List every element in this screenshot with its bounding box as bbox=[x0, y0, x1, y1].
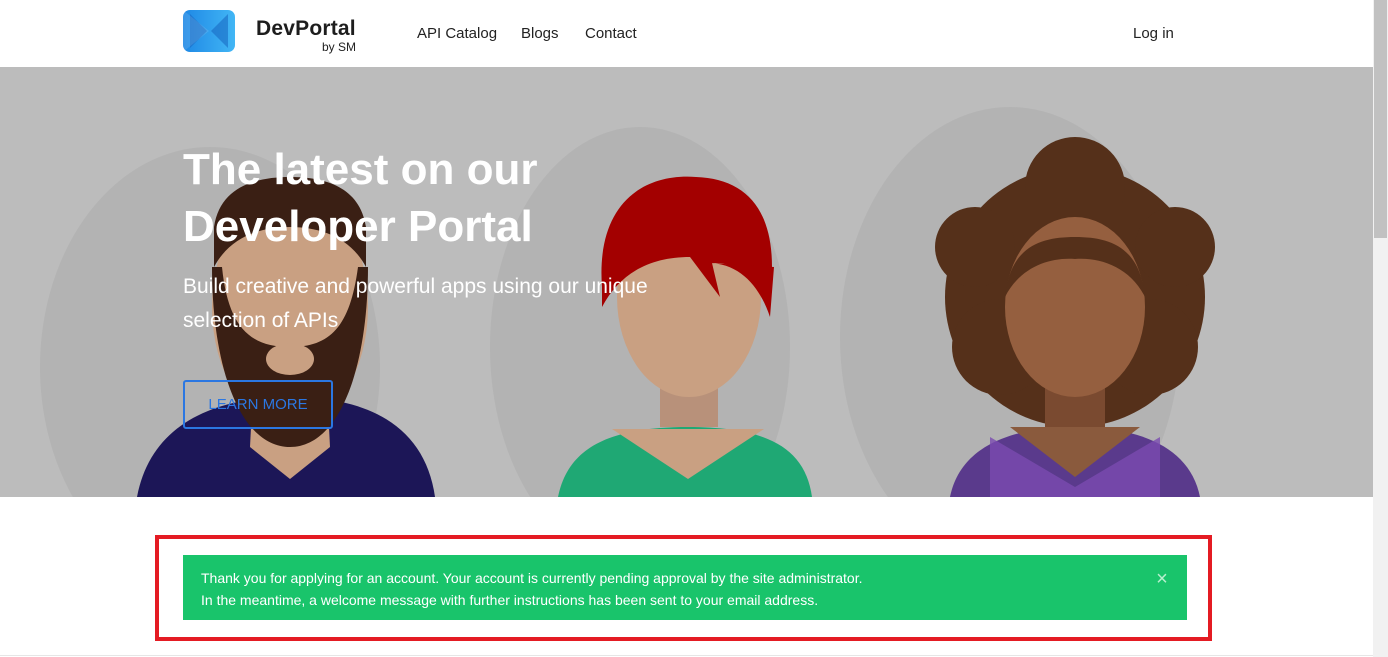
learn-more-button[interactable]: LEARN MORE bbox=[183, 380, 333, 429]
bowtie-logo-icon[interactable] bbox=[183, 10, 235, 52]
site-header: DevPortal by SM API Catalog Blogs Contac… bbox=[0, 0, 1373, 67]
brand-subtitle: by SM bbox=[322, 40, 357, 54]
nav-blogs[interactable]: Blogs bbox=[521, 25, 559, 43]
hero-banner: The latest on our Developer Portal Build… bbox=[0, 67, 1373, 497]
login-link[interactable]: Log in bbox=[1133, 25, 1174, 43]
divider bbox=[0, 655, 1373, 656]
alert-message-line2: In the meantime, a welcome message with … bbox=[201, 592, 819, 608]
close-icon[interactable]: × bbox=[1151, 568, 1173, 590]
nav-contact[interactable]: Contact bbox=[585, 25, 637, 43]
hero-subtitle: Build creative and powerful apps using o… bbox=[183, 275, 648, 332]
status-alert: Thank you for applying for an account. Y… bbox=[183, 555, 1187, 620]
brand[interactable]: DevPortal by SM bbox=[256, 17, 356, 54]
nav-api-catalog[interactable]: API Catalog bbox=[417, 25, 497, 43]
scrollbar-thumb[interactable] bbox=[1374, 0, 1387, 238]
alert-message-line1: Thank you for applying for an account. Y… bbox=[201, 570, 863, 586]
hero-title: The latest on our Developer Portal bbox=[183, 145, 538, 251]
brand-name: DevPortal bbox=[256, 17, 356, 40]
